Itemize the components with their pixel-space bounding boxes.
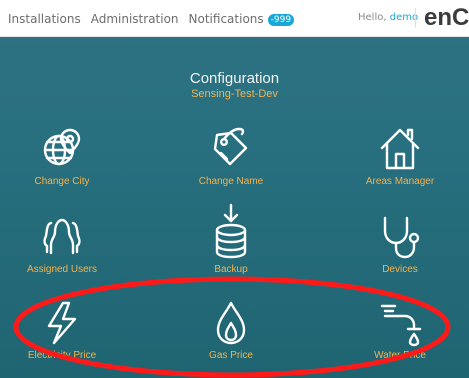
notifications-label: Notifications [188, 12, 264, 26]
assigned-users-button[interactable]: Assigned Users [7, 214, 117, 284]
change-city-button[interactable]: Change City [7, 126, 117, 196]
water-price-button[interactable]: Water Price [345, 300, 455, 370]
house-icon [380, 128, 420, 170]
user-greeting: Hello, demo [358, 12, 418, 23]
electricity-price-label: Electricity Price [27, 350, 97, 361]
areas-manager-button[interactable]: Areas Manager [345, 126, 455, 196]
nav-administration-link[interactable]: Administration [91, 12, 179, 26]
globe-location-icon [43, 128, 81, 166]
user-name-link[interactable]: demo [390, 12, 418, 23]
areas-manager-label: Areas Manager [365, 176, 435, 187]
flame-icon [216, 301, 246, 345]
assigned-users-label: Assigned Users [26, 264, 98, 275]
devices-label: Devices [382, 264, 418, 275]
main-navigation: Installations Administration Notificatio… [8, 11, 295, 27]
brand-logo: enCo [424, 4, 469, 31]
configuration-screen: Installations Administration Notificatio… [0, 0, 469, 378]
page-title: Configuration [189, 70, 280, 87]
gas-price-label: Gas Price [209, 350, 253, 361]
devices-button[interactable]: Devices [345, 214, 455, 284]
stethoscope-icon [383, 216, 420, 259]
tag-icon [213, 127, 248, 166]
electricity-price-button[interactable]: Electricity Price [7, 300, 117, 370]
nav-notifications-link[interactable]: Notifications -999 [189, 12, 295, 26]
database-download-icon [215, 203, 247, 259]
backup-label: Backup [214, 264, 248, 275]
users-icon [43, 218, 81, 255]
top-navigation-bar: Installations Administration Notificatio… [0, 0, 469, 37]
backup-button[interactable]: Backup [176, 203, 286, 284]
notifications-badge: -999 [267, 13, 295, 26]
change-city-label: Change City [34, 176, 90, 187]
gas-price-button[interactable]: Gas Price [176, 300, 286, 370]
nav-installations-link[interactable]: Installations [8, 12, 81, 26]
installation-name: Sensing-Test-Dev [191, 88, 278, 100]
lightning-icon [47, 301, 77, 345]
change-name-label: Change Name [198, 176, 264, 187]
water-price-label: Water Price [374, 350, 426, 361]
greeting-text: Hello, [358, 12, 387, 23]
change-name-button[interactable]: Change Name [176, 126, 286, 196]
water-tap-icon [380, 304, 422, 347]
header-divider [415, 8, 416, 28]
